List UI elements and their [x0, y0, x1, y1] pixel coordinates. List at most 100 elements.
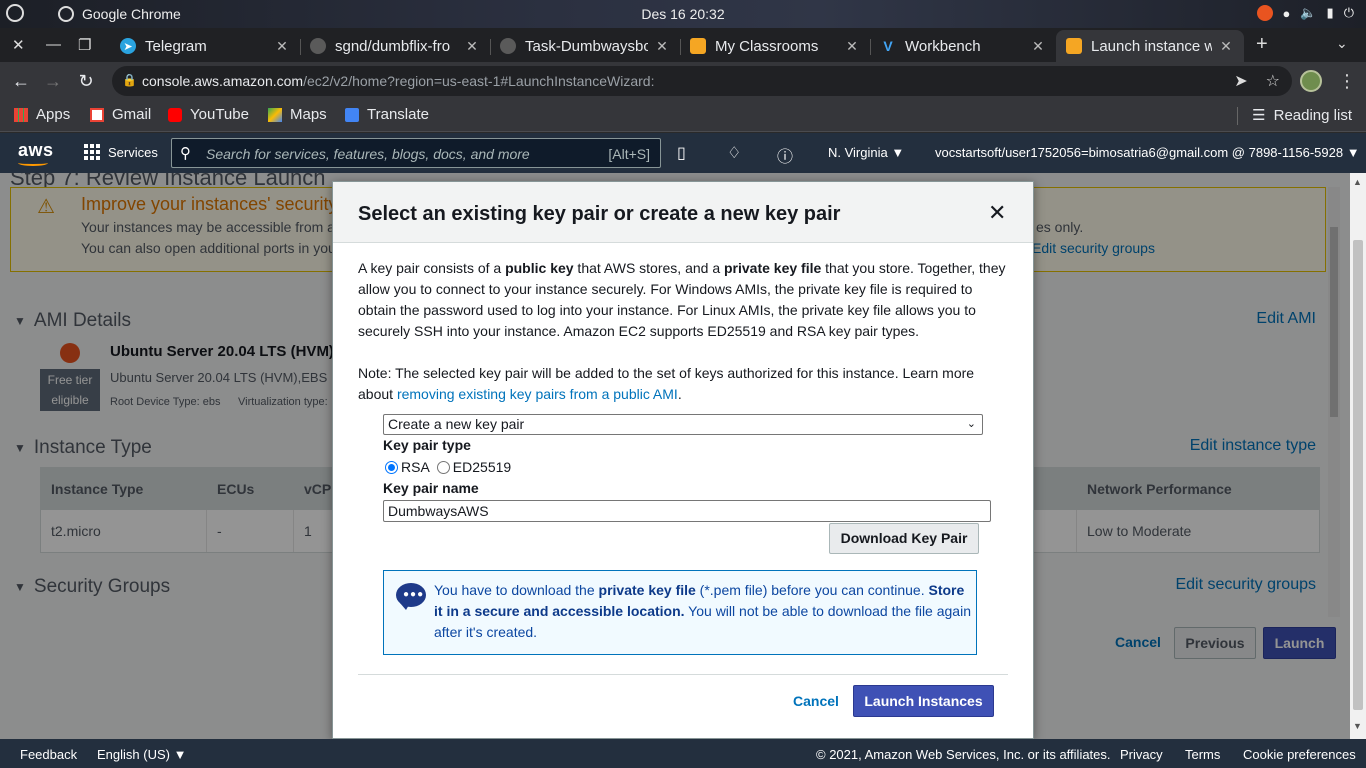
- tab-title: My Classrooms: [715, 37, 819, 55]
- maps-icon: [268, 107, 282, 122]
- cookie-preferences-link[interactable]: Cookie preferences: [1243, 747, 1356, 762]
- cloudshell-icon[interactable]: ▯: [677, 143, 686, 163]
- launch-instances-button[interactable]: Launch Instances: [853, 685, 994, 717]
- aws-search-input[interactable]: ⚲ Search for services, features, blogs, …: [171, 138, 661, 168]
- chrome-menu-icon[interactable]: ⋮: [1338, 71, 1356, 92]
- bookmark-translate[interactable]: Translate: [345, 106, 429, 123]
- tab-close-icon[interactable]: ✕: [844, 38, 860, 55]
- tab-search-chevron-icon[interactable]: ⌄: [1336, 35, 1348, 52]
- key-pair-name-input[interactable]: DumbwaysAWS: [383, 500, 991, 522]
- close-icon[interactable]: ✕: [988, 202, 1006, 224]
- page-scrollbar[interactable]: ▲ ▼: [1350, 173, 1366, 739]
- privacy-link[interactable]: Privacy: [1120, 747, 1163, 762]
- system-tray[interactable]: ● 🔈 ▮ ⏻: [1256, 5, 1354, 21]
- ed25519-label[interactable]: ED25519: [453, 459, 511, 475]
- tab-telegram[interactable]: ➤ Telegram ✕: [110, 30, 300, 62]
- lock-icon[interactable]: 🔒: [122, 73, 137, 87]
- github-icon: [500, 38, 516, 54]
- cancel-button[interactable]: Cancel: [793, 693, 839, 709]
- region-selector[interactable]: N. Virginia ▼: [828, 145, 904, 160]
- tab-close-icon[interactable]: ✕: [1218, 38, 1234, 55]
- tab-launch-instance[interactable]: Launch instance w ✕: [1056, 30, 1244, 62]
- vocareum-icon: V: [883, 38, 893, 54]
- notifications-bell-icon[interactable]: ♢: [727, 143, 741, 163]
- clock[interactable]: Des 16 20:32: [0, 6, 1366, 22]
- tab-title: Telegram: [145, 37, 207, 55]
- github-icon: [310, 38, 326, 54]
- tab-title: Workbench: [905, 37, 981, 55]
- tab-strip: ✕ — ❐ ➤ Telegram ✕ sgnd/dumbflix-fro ✕ T…: [0, 28, 1366, 62]
- download-info-box: ●●● You have to download the private key…: [383, 570, 977, 655]
- power-icon: ⏻: [1343, 5, 1354, 20]
- volume-icon: 🔈: [1300, 5, 1317, 20]
- bookmark-gmail[interactable]: Gmail: [90, 106, 151, 123]
- tab-close-icon[interactable]: ✕: [1030, 38, 1046, 55]
- help-icon[interactable]: ⓘ: [777, 143, 793, 167]
- search-icon: ⚲: [180, 145, 191, 162]
- tab-my-classrooms[interactable]: My Classrooms ✕: [680, 30, 870, 62]
- aws-footer: Feedback English (US) ▼ © 2021, Amazon W…: [0, 739, 1366, 768]
- bookmark-apps[interactable]: Apps: [14, 106, 70, 123]
- address-bar[interactable]: 🔒 console.aws.amazon.com/ec2/v2/home?reg…: [112, 66, 1292, 96]
- send-icon[interactable]: ➤: [1234, 71, 1247, 91]
- os-top-bar: Google Chrome Des 16 20:32 ● 🔈 ▮ ⏻: [0, 0, 1366, 28]
- key-pair-type-label: Key pair type: [383, 437, 471, 453]
- back-icon[interactable]: ←: [10, 71, 32, 92]
- tab-github-task[interactable]: Task-Dumbwaysbc ✕: [490, 30, 680, 62]
- services-grid-icon: [84, 144, 100, 160]
- tab-workbench[interactable]: V Workbench ✕: [870, 30, 1056, 62]
- key-pair-type-group: RSA ED25519: [385, 459, 511, 475]
- tab-title: Task-Dumbwaysbc: [525, 37, 648, 55]
- tab-close-icon[interactable]: ✕: [464, 38, 480, 55]
- rsa-radio[interactable]: [385, 460, 398, 474]
- key-pair-name-label: Key pair name: [383, 480, 479, 496]
- tab-github-dumbflix[interactable]: sgnd/dumbflix-fro ✕: [300, 30, 490, 62]
- feedback-link[interactable]: Feedback: [20, 747, 77, 762]
- key-pair-modal: Select an existing key pair or create a …: [332, 181, 1034, 739]
- forward-icon[interactable]: →: [42, 71, 64, 92]
- close-window-icon[interactable]: ✕: [12, 36, 25, 54]
- restore-window-icon[interactable]: ❐: [78, 36, 91, 54]
- bookmark-star-icon[interactable]: ☆: [1266, 71, 1280, 91]
- tab-title: sgnd/dumbflix-fro: [335, 37, 451, 55]
- chevron-down-icon: ⌄: [966, 418, 976, 430]
- url-text: console.aws.amazon.com/ec2/v2/home?regio…: [142, 73, 655, 89]
- aws-logo[interactable]: aws: [18, 140, 54, 166]
- terms-link[interactable]: Terms: [1185, 747, 1220, 762]
- account-menu[interactable]: vocstartsoft/user1752056=bimosatria6@gma…: [935, 145, 1360, 160]
- remove-key-pairs-link[interactable]: removing existing key pairs from a publi…: [397, 386, 678, 402]
- services-menu[interactable]: Services: [84, 144, 158, 160]
- minimize-window-icon[interactable]: —: [46, 36, 61, 53]
- bookmarks-bar: Apps Gmail YouTube Maps Translate ☰ Read…: [0, 100, 1366, 132]
- scroll-down-icon[interactable]: ▼: [1353, 721, 1362, 731]
- ed25519-radio[interactable]: [436, 460, 450, 474]
- youtube-icon: [168, 107, 182, 122]
- new-tab-icon[interactable]: +: [1256, 33, 1268, 56]
- chat-bubble-icon: ●●●: [396, 583, 426, 610]
- bookmark-youtube[interactable]: YouTube: [168, 106, 249, 123]
- gmail-icon: [90, 107, 104, 122]
- rsa-label[interactable]: RSA: [401, 459, 430, 475]
- download-key-pair-button[interactable]: Download Key Pair: [829, 523, 979, 554]
- reload-icon[interactable]: ↻: [75, 71, 97, 92]
- reading-list[interactable]: ☰ Reading list: [1252, 106, 1352, 125]
- aws-box-icon: [1066, 38, 1082, 54]
- wifi-icon: ●: [1282, 5, 1291, 21]
- bookmark-maps[interactable]: Maps: [268, 106, 327, 123]
- tab-title: Launch instance w: [1091, 37, 1212, 55]
- tab-close-icon[interactable]: ✕: [654, 38, 670, 55]
- modal-description: A key pair consists of a public key that…: [358, 260, 1006, 402]
- apps-grid-icon: [14, 107, 28, 122]
- ubuntu-badge-icon: [1256, 5, 1273, 21]
- tab-close-icon[interactable]: ✕: [274, 38, 290, 55]
- language-selector[interactable]: English (US) ▼: [97, 747, 186, 762]
- reading-list-icon: ☰: [1252, 107, 1266, 124]
- telegram-icon: ➤: [120, 38, 136, 54]
- aws-nav-bar: aws Services ⚲ Search for services, feat…: [0, 133, 1366, 173]
- profile-avatar[interactable]: [1300, 70, 1322, 92]
- translate-icon: [345, 107, 359, 122]
- key-pair-select[interactable]: Create a new key pair ⌄: [383, 414, 983, 435]
- scroll-up-icon[interactable]: ▲: [1353, 177, 1362, 187]
- copyright: © 2021, Amazon Web Services, Inc. or its…: [816, 747, 1111, 762]
- browser-toolbar: ← → ↻ 🔒 console.aws.amazon.com/ec2/v2/ho…: [0, 62, 1366, 100]
